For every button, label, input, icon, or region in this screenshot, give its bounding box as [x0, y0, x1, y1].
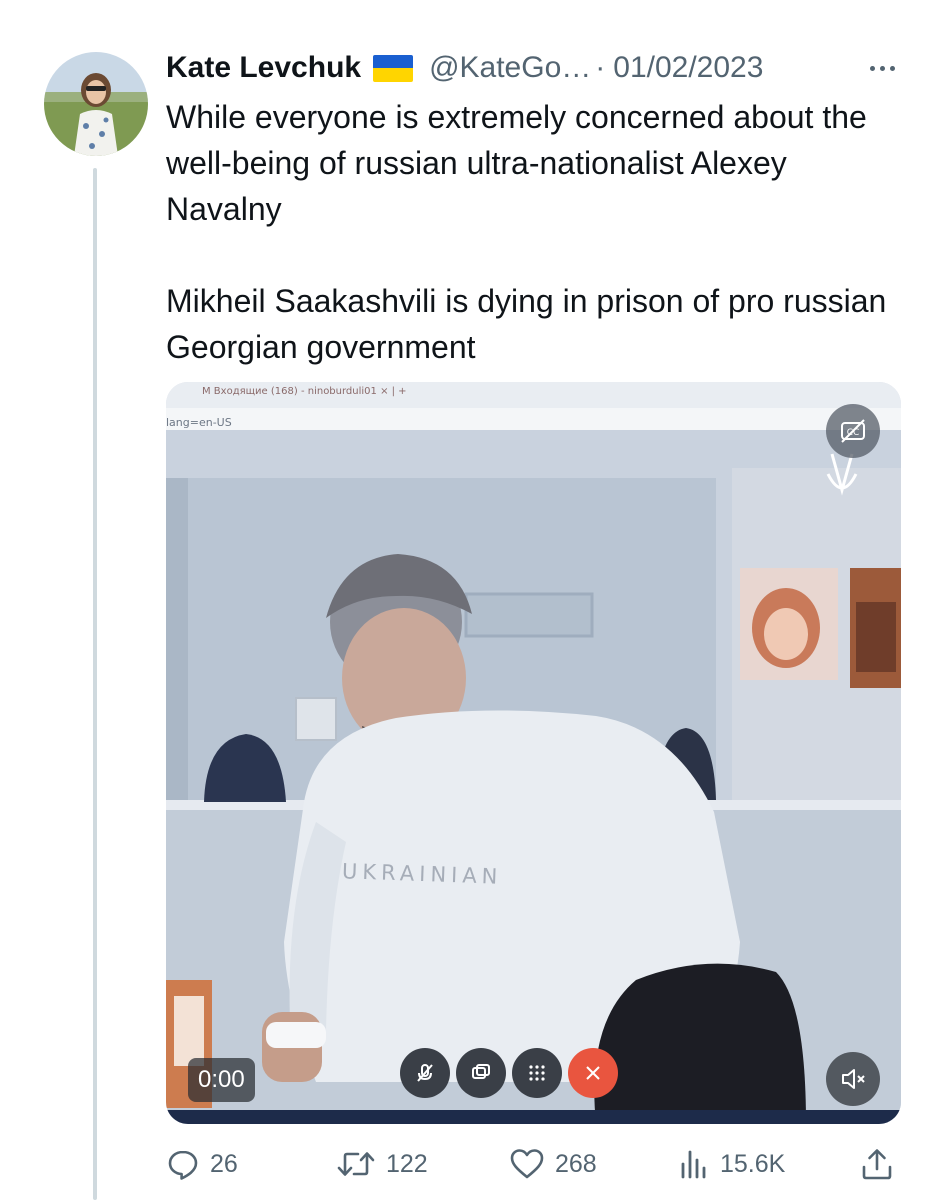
retweet-count: 122: [386, 1149, 428, 1178]
separator-dot: ·: [595, 51, 606, 84]
tweet-paragraph-1: While everyone is extremely concerned ab…: [166, 99, 867, 227]
share-button[interactable]: [860, 1140, 904, 1188]
end-call-icon: [568, 1048, 618, 1098]
tweet-header: Kate Levchuk @KateGo… · 01/02/2023: [166, 48, 763, 88]
browser-url-fragment: lang=en-US: [166, 416, 232, 429]
tweet-date[interactable]: 01/02/2023: [613, 51, 763, 85]
retweet-arrows-icon: [337, 1152, 375, 1176]
keypad-call-icon: [512, 1048, 562, 1098]
user-handle[interactable]: @KateGo…: [429, 51, 591, 85]
video-frame: [166, 382, 901, 1124]
avatar[interactable]: [44, 52, 148, 156]
video-player[interactable]: M Входящие (168) - ninoburduli01 × | + l…: [166, 382, 901, 1124]
ukraine-flag-icon: [373, 54, 414, 82]
tweet-text: While everyone is extremely concerned ab…: [166, 94, 906, 370]
like-button[interactable]: 268: [509, 1140, 597, 1188]
reply-count: 26: [210, 1149, 238, 1178]
display-name[interactable]: Kate Levchuk: [166, 51, 361, 85]
browser-tab-text: M Входящие (168) - ninoburduli01 × | +: [202, 386, 407, 397]
view-count: 15.6K: [720, 1149, 786, 1178]
speech-bubble-icon: [168, 1150, 198, 1180]
closed-captions-icon[interactable]: CC: [826, 404, 880, 458]
heart-icon: [510, 1149, 544, 1179]
retweet-button[interactable]: 122: [336, 1140, 428, 1188]
share-upload-icon: [862, 1149, 892, 1180]
reply-button[interactable]: 26: [166, 1140, 238, 1188]
like-count: 268: [555, 1149, 597, 1178]
mute-mic-call-icon: [400, 1048, 450, 1098]
views-button[interactable]: 15.6K: [678, 1140, 785, 1188]
screen-share-call-icon: [456, 1048, 506, 1098]
tweet-paragraph-2: Mikheil Saakashvili is dying in prison o…: [166, 283, 887, 365]
video-timestamp: 0:00: [188, 1058, 255, 1102]
more-dots-icon[interactable]: [862, 54, 902, 82]
action-bar: 26 122 268 15.6K: [166, 1140, 906, 1188]
thread-connector-line: [93, 168, 97, 1200]
avatar-photo: [44, 52, 148, 156]
speaker-muted-icon[interactable]: [826, 1052, 880, 1106]
bar-chart-icon: [681, 1150, 706, 1179]
